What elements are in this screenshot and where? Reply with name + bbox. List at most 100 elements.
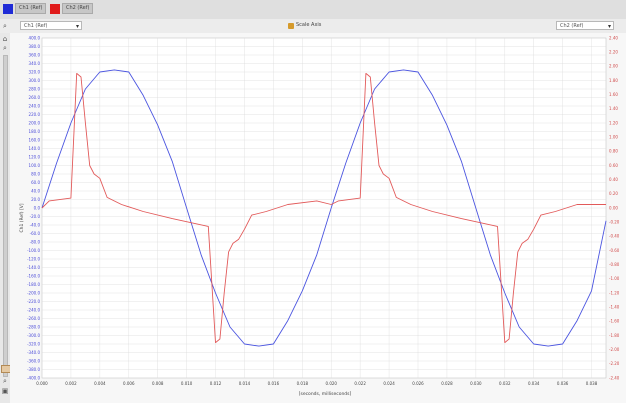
y-left-tick-label: -100.0 (27, 248, 40, 253)
y-right-tick-label: 0.00 (609, 205, 618, 210)
right-axis-select[interactable]: Ch2 (Ref) ▾ (556, 21, 614, 30)
legend-ch2[interactable]: Ch2 (Ref) (50, 3, 94, 14)
y-right-tick-label: 0.20 (609, 191, 618, 196)
left-axis-select[interactable]: Ch1 (Ref) ▾ (20, 21, 82, 30)
y-left-tick-label: 100.0 (29, 163, 41, 168)
ch1-legend-label: Ch1 (Ref) (15, 3, 47, 14)
scale-axis-button[interactable]: Scale Axis (288, 21, 321, 30)
y-right-tick-label: -0.20 (609, 219, 620, 224)
y-left-tick-label: -120.0 (27, 256, 40, 261)
y-left-tick-label: 240.0 (29, 103, 41, 108)
y-right-tick-label: 0.80 (609, 149, 618, 154)
y-left-tick-label: 360.0 (29, 52, 41, 57)
y-right-tick-label: 1.00 (609, 134, 618, 139)
grid-lines (41, 37, 606, 379)
y-left-tick-label: 120.0 (29, 154, 41, 159)
y-right-tick-label: 1.40 (609, 106, 618, 111)
y-left-tick-label: -300.0 (27, 333, 40, 338)
scale-icon (288, 22, 294, 29)
chevron-down-icon: ▾ (75, 23, 79, 30)
y-right-tick-label: 2.40 (609, 35, 618, 40)
legend-strip: Ch1 (Ref) Ch2 (Ref) (0, 0, 626, 20)
legend-ch1[interactable]: Ch1 (Ref) (3, 3, 47, 14)
y-left-tick-label: -140.0 (27, 265, 40, 270)
y-right-tick-label: -0.60 (609, 248, 620, 253)
x-tick-label: 0.000 (36, 381, 48, 386)
y-left-tick-label: 320.0 (29, 69, 41, 74)
x-tick-label: 0.036 (557, 381, 569, 386)
x-tick-label: 0.034 (528, 381, 540, 386)
ch2-color-swatch (50, 3, 60, 14)
y-left-tick-label: 20.0 (31, 197, 40, 202)
y-left-tick-label: -160.0 (27, 273, 40, 278)
x-tick-label: 0.030 (470, 381, 482, 386)
y-right-tick-label: -1.60 (609, 319, 620, 324)
scale-axis-label: Scale Axis (296, 22, 322, 28)
y-left-tick-label: -200.0 (27, 290, 40, 295)
x-tick-label: 0.028 (441, 381, 453, 386)
left-axis-select-value: Ch1 (Ref) (24, 23, 48, 29)
y-left-tick-label: 260.0 (29, 95, 41, 100)
x-tick-label: 0.010 (181, 381, 193, 386)
y-right-tick-label: -0.80 (609, 262, 620, 267)
zoom-out-icon[interactable]: ⌕ (1, 377, 9, 385)
y-left-tick-label: 220.0 (29, 112, 41, 117)
y-left-tick-label: -280.0 (27, 324, 40, 329)
y-left-tick-label: -60.0 (30, 231, 41, 236)
x-tick-label: 0.038 (586, 381, 598, 386)
x-axis-label: [seconds, milliseconds] (299, 391, 352, 397)
zoom-in-icon[interactable]: ⌕ (1, 44, 9, 52)
y-right-tick-label: -1.80 (609, 333, 620, 338)
y-left-tick-label: 140.0 (29, 146, 41, 151)
y-left-tick-label: -320.0 (27, 341, 40, 346)
y-right-tick-label: 0.40 (609, 177, 618, 182)
y-right-tick-label: 2.00 (609, 64, 618, 69)
x-tick-label: 0.022 (354, 381, 366, 386)
y-left-tick-label: 280.0 (29, 86, 41, 91)
y-left-tick-label: -80.0 (30, 239, 41, 244)
y-right-tick-label: -1.20 (609, 290, 620, 295)
y-left-tick-label: 340.0 (29, 61, 41, 66)
y-right-tick-label: 2.20 (609, 49, 618, 54)
zoom-in-icon[interactable]: ⌕ (1, 22, 9, 30)
x-tick-label: 0.002 (65, 381, 77, 386)
y-left-tick-label: -360.0 (27, 358, 40, 363)
line-chart: 400.0 380.0 360.0 340.0 320.0 300.0 280.0 260.0… (10, 33, 626, 403)
y-right-tick-label: 1.80 (609, 78, 618, 83)
y-right-tick-label: 1.20 (609, 120, 618, 125)
y-left-tick-label: 180.0 (29, 129, 41, 134)
x-tick-label: 0.016 (268, 381, 280, 386)
y-right-tick-label: 1.60 (609, 92, 618, 97)
x-tick-label: 0.014 (239, 381, 251, 386)
y-left-tick-label: -340.0 (27, 350, 40, 355)
right-axis-select-value: Ch2 (Ref) (560, 23, 584, 29)
x-tick-label: 0.012 (210, 381, 222, 386)
y-left-tick-label: 400.0 (29, 35, 41, 40)
x-tick-label: 0.024 (383, 381, 395, 386)
y-left-tick-label: 60.0 (31, 180, 40, 185)
y-left-tick-label: -380.0 (27, 367, 40, 372)
chevron-down-icon: ▾ (607, 23, 611, 30)
chart-toolbar: ⌕ Ch1 (Ref) ▾ Scale Axis Ch2 (Ref) ▾ (0, 19, 626, 34)
ch2-legend-label: Ch2 (Ref) (62, 3, 94, 14)
y-right-tick-label: -2.40 (609, 375, 620, 380)
y-right-tick-label: 0.60 (609, 163, 618, 168)
x-tick-label: 0.026 (412, 381, 424, 386)
y-left-tick-label: 380.0 (29, 44, 41, 49)
y-left-tick-label: 40.0 (31, 188, 40, 193)
x-tick-label: 0.018 (297, 381, 309, 386)
y-right-tick-label: -2.20 (609, 361, 620, 366)
zoom-slider-track[interactable] (3, 55, 8, 377)
x-tick-label: 0.008 (152, 381, 164, 386)
x-tick-label: 0.032 (499, 381, 511, 386)
y-left-tick-label: -220.0 (27, 299, 40, 304)
x-tick-label: 0.004 (94, 381, 106, 386)
y-right-tick-label: -2.00 (609, 347, 620, 352)
y-left-tick-label: 0.0 (34, 205, 41, 210)
fit-icon[interactable]: ▣ (1, 387, 9, 395)
home-icon[interactable]: ⌂ (1, 35, 9, 43)
y-axis-label-left: Ch1 (Ref) [V] (19, 203, 25, 232)
y-right-tick-label: -1.00 (609, 276, 620, 281)
y-right-tick-label: -1.40 (609, 304, 620, 309)
x-tick-label: 0.006 (123, 381, 135, 386)
